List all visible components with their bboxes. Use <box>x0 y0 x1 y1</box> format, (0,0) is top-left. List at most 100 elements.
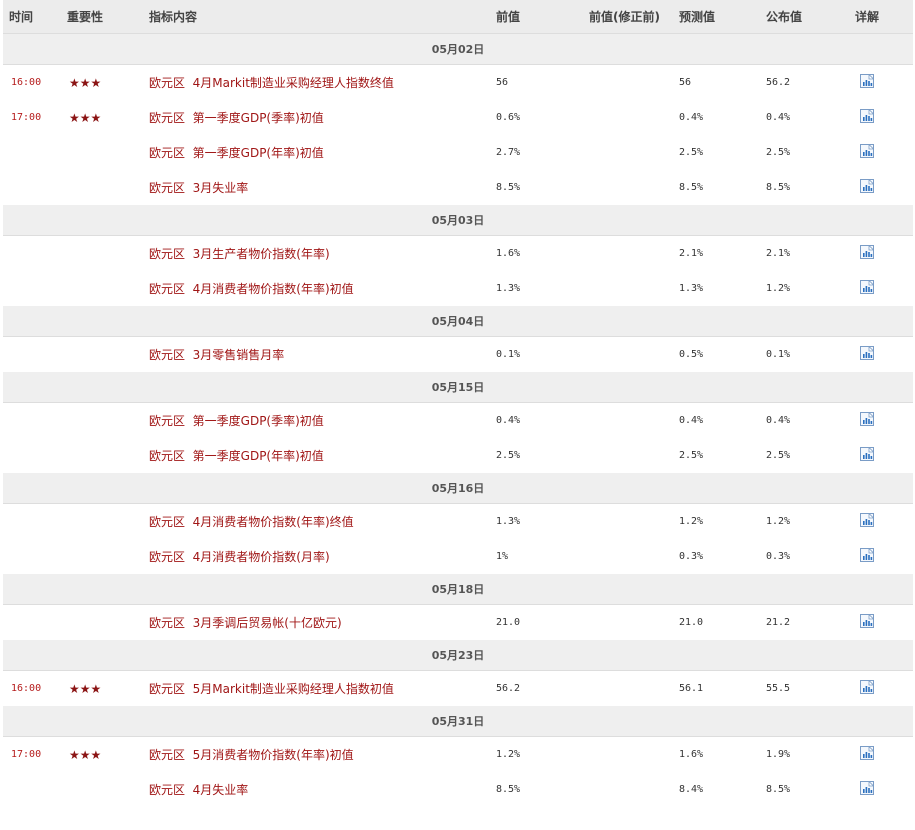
indicator-region[interactable]: 欧元区 <box>149 449 185 463</box>
prev-value: 1.3% <box>496 503 589 539</box>
indicator-link[interactable]: 欧元区 第一季度GDP(季率)初值 <box>149 100 496 135</box>
actual-value: 0.3% <box>766 551 791 562</box>
importance-stars <box>67 135 149 170</box>
date-group-row: 05月02日 <box>3 33 913 65</box>
detail-cell <box>855 64 913 100</box>
chart-report-icon[interactable] <box>860 512 875 527</box>
forecast-value: 2.5% <box>679 450 704 461</box>
date-label: 05月31日 <box>3 706 913 737</box>
indicator-name[interactable]: 4月失业率 <box>193 783 249 797</box>
chart-report-icon[interactable] <box>860 108 875 123</box>
indicator-name[interactable]: 3月季调后贸易帐(十亿欧元) <box>193 616 342 630</box>
indicator-region[interactable]: 欧元区 <box>149 783 185 797</box>
header-forecast: 预测值 <box>679 0 766 34</box>
indicator-name[interactable]: 4月消费者物价指数(月率) <box>193 550 330 564</box>
chart-report-icon[interactable] <box>860 780 875 795</box>
table-row: 欧元区 4月失业率 8.5% 8.4% 8.5% <box>3 772 913 807</box>
indicator-link[interactable]: 欧元区 第一季度GDP(季率)初值 <box>149 402 496 438</box>
chart-report-icon[interactable] <box>860 73 875 88</box>
detail-cell <box>855 772 913 807</box>
prev-value: 1% <box>496 551 509 562</box>
indicator-region[interactable]: 欧元区 <box>149 76 185 90</box>
indicator-link[interactable]: 欧元区 3月季调后贸易帐(十亿欧元) <box>149 604 496 640</box>
indicator-link[interactable]: 欧元区 5月Markit制造业采购经理人指数初值 <box>149 670 496 706</box>
indicator-link[interactable]: 欧元区 3月零售销售月率 <box>149 336 496 372</box>
indicator-region[interactable]: 欧元区 <box>149 550 185 564</box>
date-group-row: 05月15日 <box>3 372 913 403</box>
prev-value: 1.6% <box>496 235 589 271</box>
indicator-region[interactable]: 欧元区 <box>149 748 185 762</box>
calendar-table-wrapper: 时间 重要性 指标内容 前值 前值(修正前) 预测值 公布值 详解 05月02日… <box>3 0 913 807</box>
indicator-name[interactable]: 4月Markit制造业采购经理人指数终值 <box>193 76 394 90</box>
detail-cell <box>855 670 913 706</box>
importance-stars <box>67 438 149 473</box>
indicator-link[interactable]: 欧元区 4月失业率 <box>149 772 496 807</box>
indicator-region[interactable]: 欧元区 <box>149 247 185 261</box>
time-cell: 16:00 <box>3 670 67 706</box>
indicator-region[interactable]: 欧元区 <box>149 348 185 362</box>
indicator-link[interactable]: 欧元区 第一季度GDP(年率)初值 <box>149 438 496 473</box>
indicator-link[interactable]: 欧元区 3月失业率 <box>149 170 496 205</box>
chart-report-icon[interactable] <box>860 679 875 694</box>
chart-report-icon[interactable] <box>860 613 875 628</box>
actual-value: 2.5% <box>766 147 791 158</box>
indicator-name[interactable]: 5月Markit制造业采购经理人指数初值 <box>193 682 394 696</box>
indicator-region[interactable]: 欧元区 <box>149 282 185 296</box>
indicator-region[interactable]: 欧元区 <box>149 682 185 696</box>
time-cell <box>3 170 67 205</box>
chart-report-icon[interactable] <box>860 279 875 294</box>
forecast-value: 0.4% <box>679 112 704 123</box>
indicator-name[interactable]: 第一季度GDP(季率)初值 <box>193 414 324 428</box>
indicator-name[interactable]: 第一季度GDP(年率)初值 <box>193 449 324 463</box>
indicator-link[interactable]: 欧元区 4月Markit制造业采购经理人指数终值 <box>149 64 496 100</box>
indicator-link[interactable]: 欧元区 5月消费者物价指数(年率)初值 <box>149 736 496 772</box>
chart-report-icon[interactable] <box>860 745 875 760</box>
chart-report-icon[interactable] <box>860 547 875 562</box>
indicator-region[interactable]: 欧元区 <box>149 181 185 195</box>
prev-value: 0.1% <box>496 336 589 372</box>
date-group-row: 05月16日 <box>3 473 913 504</box>
forecast-value: 1.3% <box>679 283 704 294</box>
indicator-region[interactable]: 欧元区 <box>149 515 185 529</box>
importance-stars <box>67 604 149 640</box>
indicator-link[interactable]: 欧元区 3月生产者物价指数(年率) <box>149 235 496 271</box>
indicator-name[interactable]: 5月消费者物价指数(年率)初值 <box>193 748 354 762</box>
forecast-value: 2.1% <box>679 235 766 271</box>
prev-revised-value <box>589 402 679 438</box>
indicator-region[interactable]: 欧元区 <box>149 616 185 630</box>
indicator-name[interactable]: 第一季度GDP(季率)初值 <box>193 111 324 125</box>
indicator-link[interactable]: 欧元区 4月消费者物价指数(年率)终值 <box>149 503 496 539</box>
prev-value: 0.6% <box>496 112 521 123</box>
indicator-region[interactable]: 欧元区 <box>149 146 185 160</box>
indicator-link[interactable]: 欧元区 4月消费者物价指数(年率)初值 <box>149 271 496 306</box>
chart-report-icon[interactable] <box>860 411 875 426</box>
chart-report-icon[interactable] <box>860 178 875 193</box>
time-cell <box>3 271 67 306</box>
chart-report-icon[interactable] <box>860 143 875 158</box>
forecast-value: 21.0 <box>679 604 766 640</box>
indicator-name[interactable]: 3月零售销售月率 <box>193 348 285 362</box>
indicator-link[interactable]: 欧元区 第一季度GDP(年率)初值 <box>149 135 496 170</box>
indicator-name[interactable]: 4月消费者物价指数(年率)初值 <box>193 282 354 296</box>
indicator-region[interactable]: 欧元区 <box>149 414 185 428</box>
importance-stars: ★★★ <box>67 670 149 706</box>
indicator-name[interactable]: 3月生产者物价指数(年率) <box>193 247 330 261</box>
chart-report-icon[interactable] <box>860 446 875 461</box>
prev-value: 2.7% <box>496 147 521 158</box>
actual-value: 0.4% <box>766 402 855 438</box>
indicator-name[interactable]: 第一季度GDP(年率)初值 <box>193 146 324 160</box>
chart-report-icon[interactable] <box>860 244 875 259</box>
chart-report-icon[interactable] <box>860 345 875 360</box>
date-label: 05月15日 <box>3 372 913 403</box>
date-label: 05月03日 <box>3 205 913 236</box>
forecast-value: 2.5% <box>679 147 704 158</box>
time-cell: 17:00 <box>3 736 67 772</box>
indicator-name[interactable]: 3月失业率 <box>193 181 249 195</box>
time-cell <box>3 336 67 372</box>
actual-value: 0.4% <box>766 112 791 123</box>
table-body: 05月02日 16:00 ★★★ 欧元区 4月Markit制造业采购经理人指数终值 56… <box>3 33 913 808</box>
indicator-region[interactable]: 欧元区 <box>149 111 185 125</box>
indicator-name[interactable]: 4月消费者物价指数(年率)终值 <box>193 515 354 529</box>
indicator-link[interactable]: 欧元区 4月消费者物价指数(月率) <box>149 539 496 574</box>
detail-cell <box>855 235 913 271</box>
